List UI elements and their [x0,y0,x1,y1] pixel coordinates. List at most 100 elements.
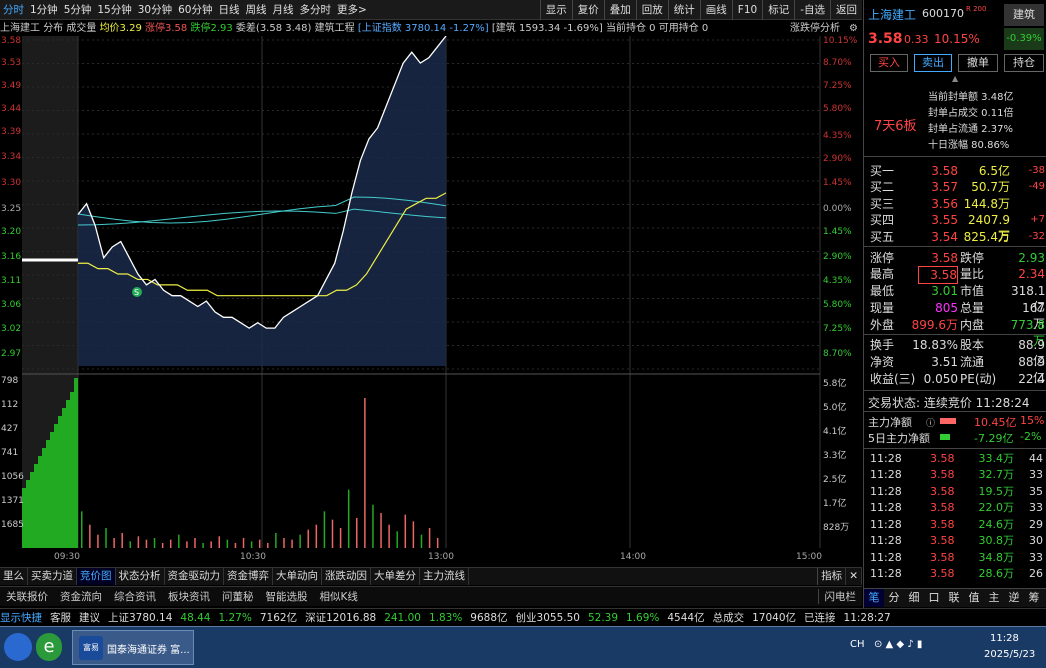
panel-tab[interactable]: 分 [884,589,904,607]
tab-indicator[interactable]: 资金驱动力 [165,568,224,585]
tool-watchlist[interactable]: -自选 [794,0,830,20]
gear-icon[interactable]: ⚙ [849,21,858,36]
connection-status[interactable]: 已连接 [804,610,836,625]
menu-item-30min[interactable]: 30分钟 [135,0,175,20]
sh-pct: 1.27% [218,611,252,624]
info-icon[interactable]: ⓘ [926,416,935,429]
menu-item-5min[interactable]: 5分钟 [61,0,95,20]
flash-bar-button[interactable]: 闪电栏 [817,589,863,604]
tab-fund-flow[interactable]: 资金流向 [54,589,108,604]
y-label: 2.97 [1,349,22,359]
y-label: 3.11 [1,276,22,286]
menu-item-1min[interactable]: 1分钟 [27,0,61,20]
bid-row[interactable]: 买二 3.57 50.7万 -49 [868,179,1045,195]
stat-row: 净资 3.51 流通 88.9亿 [870,355,1045,385]
panel-tab[interactable]: 值 [964,589,984,607]
main-flow-value: 10.45亿 [974,416,1017,429]
info-index[interactable]: [上证指数 3780.14 -1.27%] [358,23,489,34]
tool-f10[interactable]: F10 [731,0,762,20]
intraday-chart[interactable]: S 3.58 3.53 3.49 3.44 3.39 3.34 3.30 3.2… [0,36,862,566]
panel-tab[interactable]: 逆 [1004,589,1024,607]
tab-indicator[interactable]: 里么 [0,568,28,585]
vol-right-label: 4.1亿 [823,427,847,437]
volume-bar [226,539,229,548]
divider [864,156,1046,157]
y-label: 3.02 [1,324,22,334]
sh-index[interactable]: 上证3780.14 [108,610,172,625]
tab-indicator[interactable]: 涨跌动因 [322,568,371,585]
panel-tab[interactable]: 口 [924,589,944,607]
panel-tab[interactable]: 细 [904,589,924,607]
tab-indicator[interactable]: 状态分析 [116,568,165,585]
tab-smart-pick[interactable]: 智能选股 [260,589,314,604]
chevron-up-icon[interactable]: ▲ [952,74,958,83]
limit-analysis-link[interactable]: 涨跌停分析 [790,21,840,36]
volume-bar [428,528,431,548]
suggestion[interactable]: 建议 [79,610,100,625]
total-amount: 17040亿 [752,612,797,624]
auction-volume-bar [42,448,46,548]
customer-service[interactable]: 客服 [50,610,71,625]
tab-indicator[interactable]: 买卖力道 [28,568,77,585]
info-volume[interactable]: 成交量 [66,23,96,34]
tab-indicator[interactable]: 资金博弈 [224,568,273,585]
sell-button[interactable]: 卖出 [914,54,952,72]
indicator-menu-button[interactable]: 指标 [817,568,847,585]
info-fenbu[interactable]: 分布 [43,23,63,34]
bid-row[interactable]: 买四 3.55 2407.9万 +7 [868,212,1045,243]
tab-ask-secretary[interactable]: 问董秘 [216,589,260,604]
warn-button[interactable]: 建筑 [1004,4,1044,26]
bid-row[interactable]: 买一 3.58 6.5亿 -38 [868,163,1045,179]
taskbar-app[interactable]: 富易 国泰海通证券 富... [72,630,194,665]
menu-item-fenshi[interactable]: 分时 [0,0,27,20]
language-indicator[interactable]: CH [850,639,865,650]
y-label: 3.44 [1,104,22,114]
browser-icon[interactable]: e [36,633,62,661]
menu-item-week[interactable]: 周线 [243,0,270,20]
stat-row: 外盘 899.6万 内盘 773.8万 [870,318,1045,348]
menu-item-more[interactable]: 更多> [334,0,370,20]
tab-similar-k[interactable]: 相似K线 [314,589,364,604]
menu-item-15min[interactable]: 15分钟 [94,0,134,20]
close-icon[interactable]: ✕ [846,568,862,585]
tab-related-quote[interactable]: 关联报价 [0,589,54,604]
tab-indicator[interactable]: 大单差分 [371,568,420,585]
panel-tab[interactable]: 主 [984,589,1004,607]
menu-item-day[interactable]: 日线 [216,0,243,20]
tool-stats[interactable]: 统计 [667,0,700,20]
tool-fuquan[interactable]: 复价 [571,0,604,20]
start-icon[interactable] [4,633,32,661]
tool-display[interactable]: 显示 [539,0,572,20]
cy-index[interactable]: 创业3055.50 [516,610,580,625]
cancel-order-button[interactable]: 撤单 [958,54,998,72]
divider [864,246,1046,247]
tab-news[interactable]: 综合资讯 [108,589,162,604]
tab-indicator[interactable]: 大单动向 [273,568,322,585]
position-button[interactable]: 持仓 [1004,54,1044,72]
panel-tab[interactable]: 筹 [1024,589,1044,607]
tool-replay[interactable]: 回放 [635,0,668,20]
tab-sector-news[interactable]: 板块资讯 [162,589,216,604]
menu-item-month[interactable]: 月线 [270,0,297,20]
tray-icons[interactable]: ⊙ ▲ ◆ ♪ ▮ [874,639,922,650]
buy-button[interactable]: 买入 [870,54,908,72]
tool-overlay[interactable]: 叠加 [603,0,636,20]
sz-index[interactable]: 深证12016.88 [305,610,376,625]
y-label: 3.58 [1,36,22,46]
info-sector[interactable]: 建筑工程 [315,23,355,34]
panel-tab[interactable]: 联 [944,589,964,607]
tool-mark[interactable]: 标记 [762,0,794,20]
stock-title: 上海建工 [868,8,917,22]
tab-indicator[interactable]: 主力流线 [420,568,469,585]
panel-tab[interactable]: 笔 [864,589,884,607]
tool-draw[interactable]: 画线 [699,0,732,20]
bid-row[interactable]: 买五 3.54 825.4万 -32 [868,229,1045,245]
auction-volume-bar [46,440,50,548]
tab-indicator-active[interactable]: 竞价图 [77,568,116,585]
quick-display[interactable]: 显示快捷 [0,610,42,625]
menu-item-multi[interactable]: 多分时 [297,0,335,20]
menu-item-60min[interactable]: 60分钟 [175,0,215,20]
tool-back[interactable]: 返回 [830,0,862,20]
bid-row[interactable]: 买三 3.56 144.8万 [868,196,1045,212]
volume-bar [113,538,115,548]
